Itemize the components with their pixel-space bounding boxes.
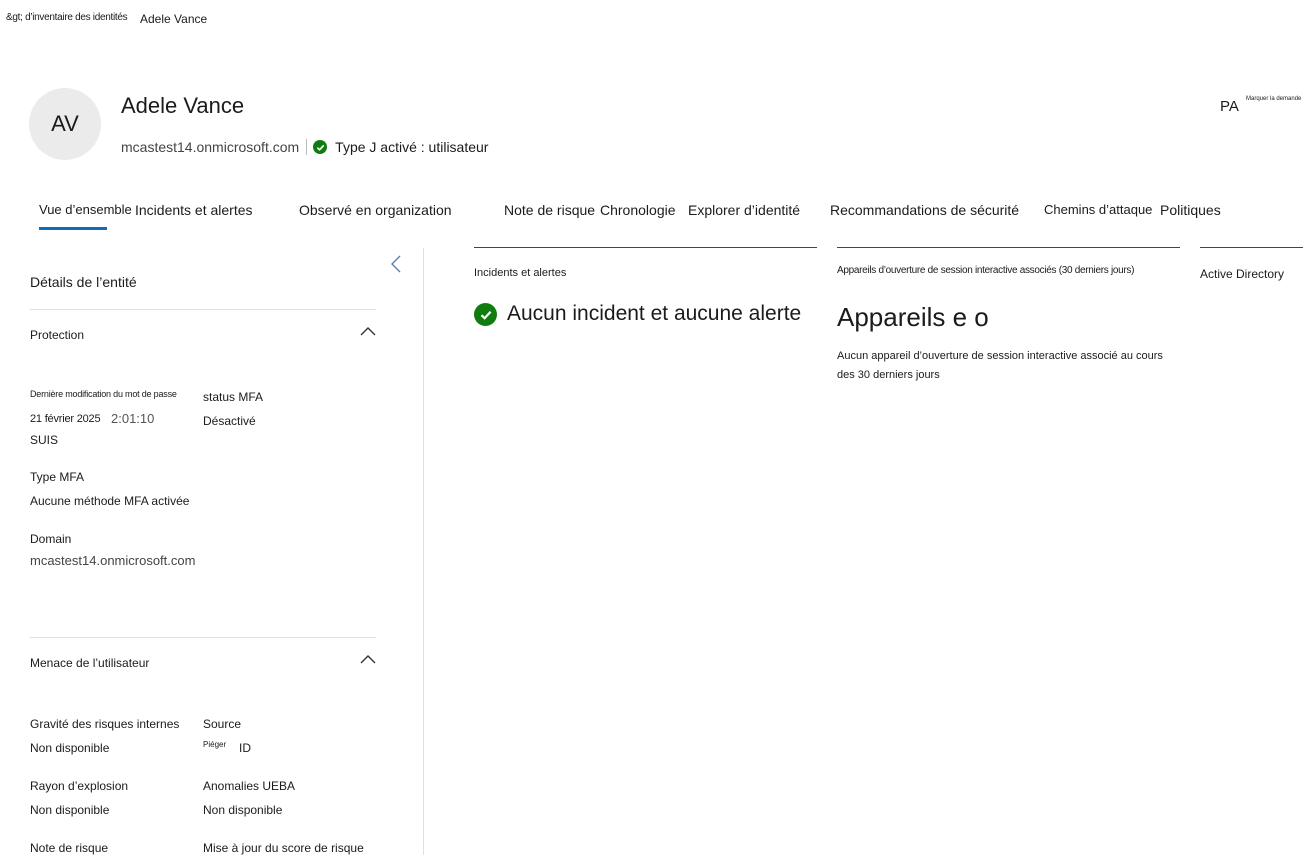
source-value: ID	[239, 741, 251, 755]
blast-radius-label: Rayon d’explosion	[30, 779, 129, 793]
source-value-small: Piéger	[203, 740, 227, 749]
source-label: Source	[203, 717, 242, 731]
user-subtitle: mcastest14.onmicrosoft.com Type J activé…	[121, 139, 488, 155]
devices-empty-line1: Aucun appareil d’ouverture de session in…	[837, 350, 1163, 362]
check-circle-icon	[474, 303, 497, 326]
domain-label: Domain	[30, 532, 72, 546]
insider-risk-label: Gravité des risques internes	[30, 717, 180, 731]
entity-details-title: Détails de l’entité	[30, 274, 137, 290]
last-password-date: 21 février 2025	[30, 413, 101, 425]
last-password-time: 2:01:10	[111, 411, 155, 426]
last-password-suffix: SUIS	[30, 433, 59, 447]
user-type-status: Type J activé : utilisateur	[335, 139, 489, 155]
chevron-up-icon[interactable]	[359, 324, 377, 336]
separator	[306, 139, 308, 155]
devices-heading: Appareils e o	[837, 302, 989, 332]
divider	[30, 309, 376, 310]
right-initials: PA	[1220, 98, 1239, 115]
ueba-anomalies-value: Non disponible	[203, 803, 283, 817]
no-incidents-message: Aucun incident et aucune alerte	[507, 302, 802, 325]
card-top-border	[474, 247, 817, 248]
check-circle-icon	[313, 140, 328, 154]
last-password-change-label: Dernière modification du mot de passe	[30, 389, 177, 399]
collapse-panel-icon[interactable]	[389, 254, 405, 274]
breadcrumb-current: Adele Vance	[140, 12, 208, 26]
devices-card-title: Appareils d’ouverture de session interac…	[837, 265, 1135, 276]
avatar-initials: AV	[51, 111, 79, 136]
user-domain: mcastest14.onmicrosoft.com	[121, 139, 300, 155]
tab-attack-paths[interactable]: Chemins d’attaque	[1044, 202, 1152, 217]
active-tab-indicator	[39, 227, 107, 230]
tab-risk-score[interactable]: Note de risque	[504, 202, 595, 218]
tab-incidents-alerts[interactable]: Incidents et alertes	[135, 202, 253, 218]
protection-section-title: Protection	[30, 328, 85, 342]
devices-empty-line2: des 30 derniers jours	[837, 369, 940, 381]
mfa-status-label: status MFA	[203, 390, 264, 404]
mark-request-button[interactable]: Marquer la demande	[1246, 96, 1301, 102]
card-top-border	[837, 247, 1180, 248]
divider	[30, 637, 376, 638]
mfa-status-value: Désactivé	[203, 414, 256, 428]
panel-divider	[423, 248, 424, 855]
tab-timeline[interactable]: Chronologie	[600, 202, 676, 218]
mfa-type-label: Type MFA	[30, 470, 85, 484]
risk-score-update-label: Mise à jour du score de risque	[203, 841, 364, 855]
domain-value: mcastest14.onmicrosoft.com	[30, 553, 196, 568]
insider-risk-value: Non disponible	[30, 741, 110, 755]
blast-radius-value: Non disponible	[30, 803, 110, 817]
avatar: AV	[29, 88, 101, 160]
chevron-up-icon[interactable]	[359, 652, 377, 664]
incidents-card-title: Incidents et alertes	[474, 267, 567, 279]
tab-identity-explorer[interactable]: Explorer d’identité	[688, 202, 800, 218]
card-top-border	[1200, 247, 1303, 248]
user-threat-section-title: Menace de l’utilisateur	[30, 656, 150, 670]
tab-policies[interactable]: Politiques	[1160, 202, 1221, 218]
breadcrumb-parent[interactable]: &gt; d’inventaire des identités	[6, 12, 128, 23]
tab-observed[interactable]: Observé en organization	[299, 202, 452, 218]
active-directory-card-title: Active Directory	[1200, 267, 1285, 281]
ueba-anomalies-label: Anomalies UEBA	[203, 779, 296, 793]
mfa-type-value: Aucune méthode MFA activée	[30, 494, 190, 508]
tab-overview[interactable]: Vue d’ensemble	[39, 202, 132, 217]
risk-score-label: Note de risque	[30, 841, 109, 855]
user-name: Adele Vance	[121, 93, 245, 118]
tab-security-recommendations[interactable]: Recommandations de sécurité	[830, 202, 1019, 218]
